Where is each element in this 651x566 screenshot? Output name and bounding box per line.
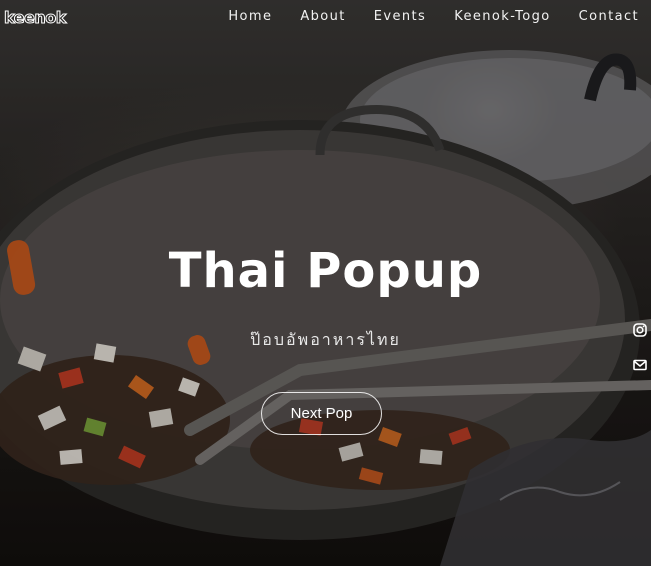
nav-contact[interactable]: Contact <box>579 9 639 24</box>
nav-about[interactable]: About <box>300 9 345 24</box>
hero-subtitle: ป๊อบอัพอาหารไทย <box>250 330 401 349</box>
nav-events[interactable]: Events <box>374 9 426 24</box>
nav-home[interactable]: Home <box>228 9 272 24</box>
nav-keenok-togo[interactable]: Keenok-Togo <box>454 9 550 24</box>
mail-icon[interactable] <box>633 357 647 371</box>
top-nav: Home About Events Keenok-Togo Contact <box>228 9 639 24</box>
instagram-icon[interactable] <box>633 322 647 337</box>
logo[interactable]: keenok <box>4 8 67 28</box>
hero-title: Thai Popup <box>168 243 483 299</box>
social-links <box>633 322 647 392</box>
next-pop-button[interactable]: Next Pop <box>261 392 382 435</box>
